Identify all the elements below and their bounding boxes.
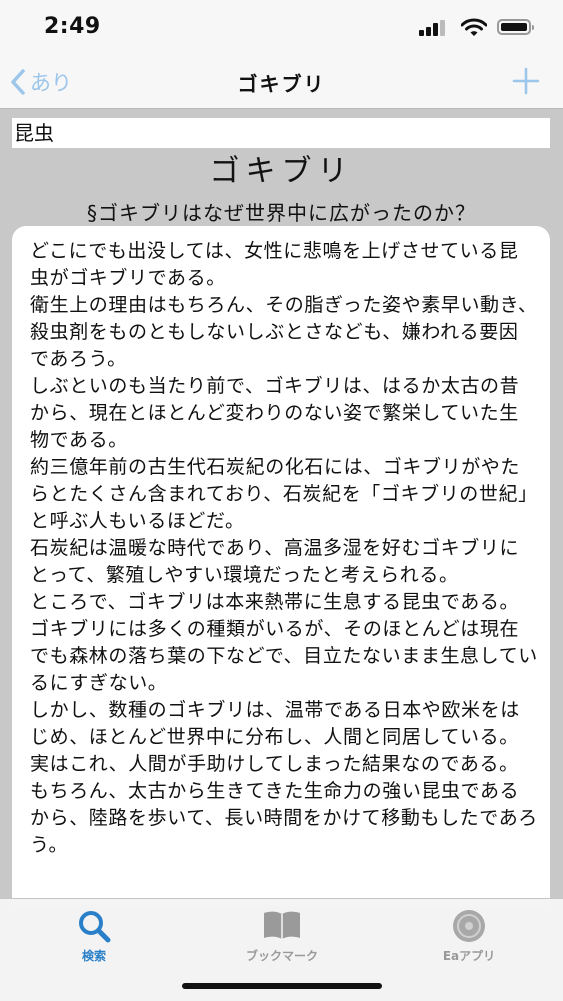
- tab-label: Eaアプリ: [442, 949, 496, 963]
- category-label: 昆虫: [12, 118, 550, 148]
- tab-label: ブックマーク: [245, 949, 318, 963]
- article-body: どこにでも出没しては、女性に悲鳴を上げさせている昆虫がゴキブリである。 衛生上の…: [30, 240, 538, 856]
- wifi-icon: [461, 18, 487, 36]
- add-button[interactable]: [511, 66, 541, 96]
- ea-app-icon: [453, 910, 485, 942]
- tab-bookmark[interactable]: ブックマーク: [188, 905, 376, 967]
- tab-ea-app[interactable]: Eaアプリ: [375, 905, 563, 967]
- cellular-signal-icon: [419, 18, 449, 38]
- plus-icon: [512, 67, 540, 95]
- article-content[interactable]: どこにでも出没しては、女性に悲鳴を上げさせている昆虫がゴキブリである。 衛生上の…: [12, 226, 550, 906]
- battery-icon: [497, 19, 534, 35]
- tab-label: 検索: [81, 949, 106, 963]
- page-title: ゴキブリ: [237, 72, 326, 96]
- navigation-bar: あり ゴキブリ: [0, 56, 563, 109]
- status-time: 2:49: [44, 14, 101, 39]
- home-indicator: [182, 983, 382, 989]
- search-icon: [79, 911, 111, 943]
- book-icon: [264, 911, 300, 939]
- status-bar: 2:49: [0, 0, 563, 56]
- article-subtitle: §ゴキブリはなぜ世界中に広がったのか？: [87, 201, 476, 225]
- tab-search[interactable]: 検索: [0, 905, 188, 967]
- article-title: ゴキブリ: [209, 154, 354, 189]
